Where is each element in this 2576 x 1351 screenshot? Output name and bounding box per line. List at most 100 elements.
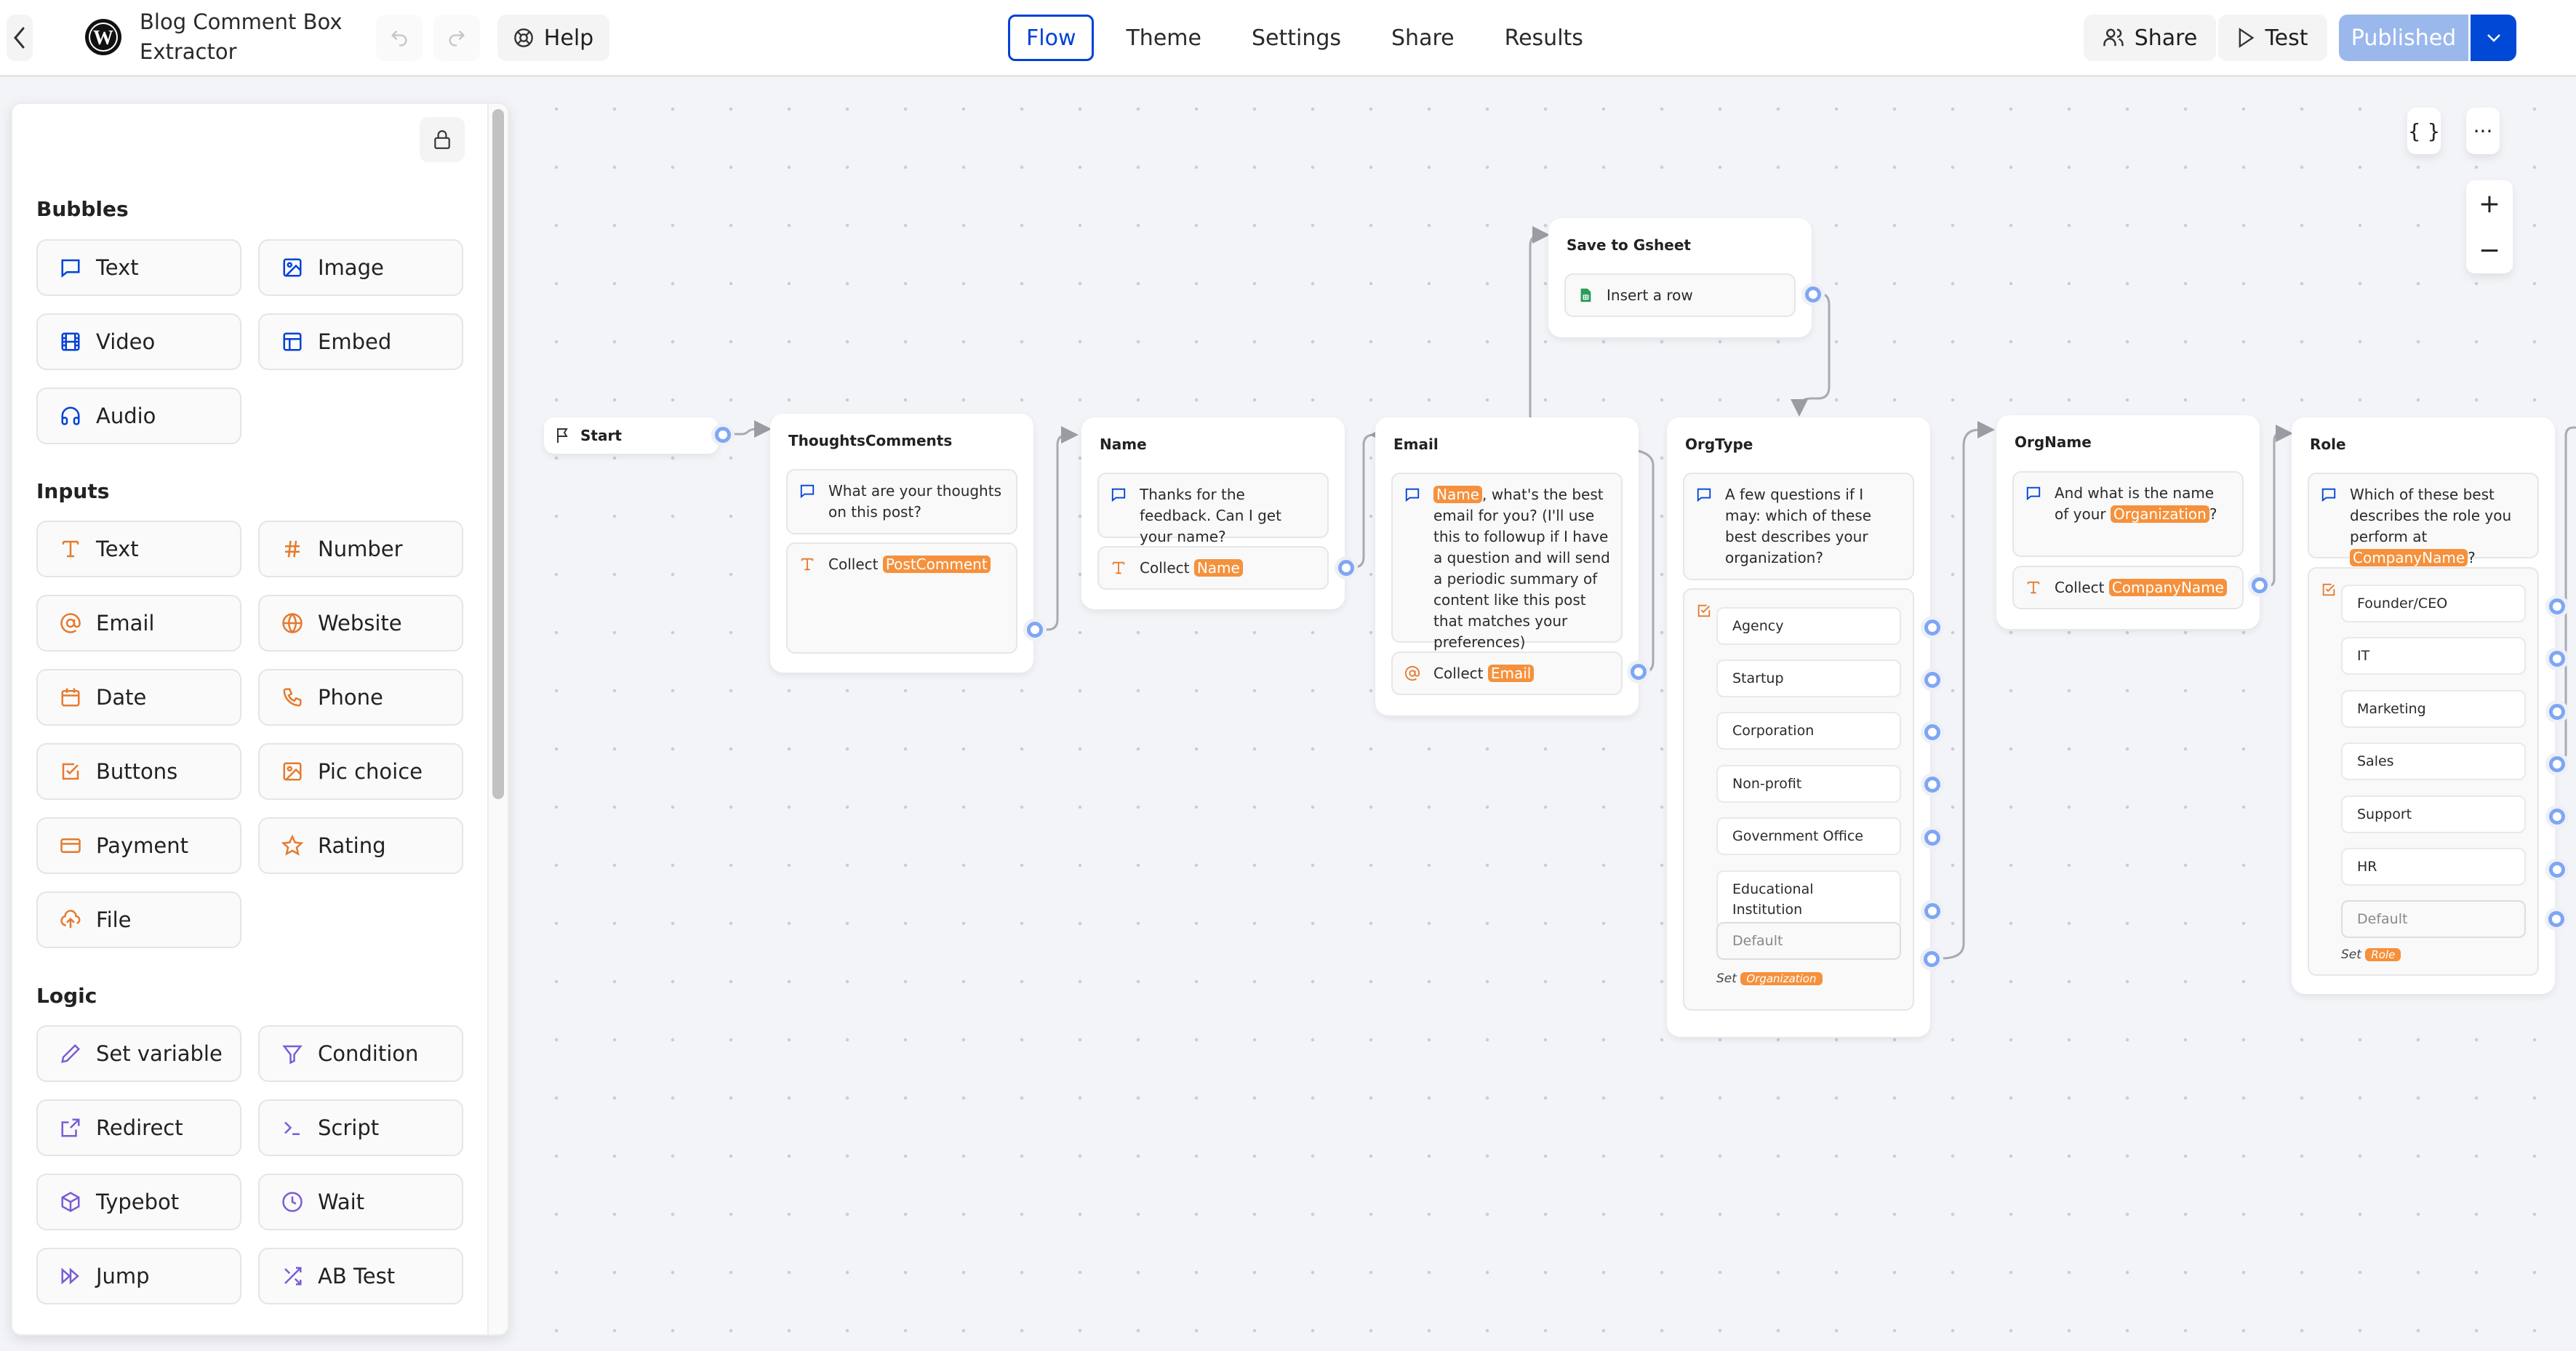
scrollbar-thumb[interactable] [492,109,504,799]
start-node[interactable]: Start [544,417,719,454]
choice-item[interactable]: HR [2341,848,2526,886]
back-button[interactable] [7,15,33,61]
sidebar-item-text-input[interactable]: Text [36,521,241,577]
choice-port[interactable] [2549,598,2565,614]
text-input-block[interactable]: Collect CompanyName [2012,566,2244,609]
choice-item[interactable]: Founder/CEO [2341,585,2526,622]
sidebar-item-file-input[interactable]: File [36,891,241,948]
text-bubble-block[interactable]: Which of these best describes the role y… [2308,473,2539,566]
redo-button[interactable] [433,15,480,61]
text-bubble-block[interactable]: And what is the name of your Organizatio… [2012,471,2244,557]
email-input-block[interactable]: Collect Email [1391,652,1623,695]
sidebar-item-ab-test[interactable]: AB Test [258,1248,463,1304]
choice-port[interactable] [2549,651,2565,667]
tab-results[interactable]: Results [1487,15,1601,61]
sidebar-item-buttons-input[interactable]: Buttons [36,743,241,800]
sidebar-item-number-input[interactable]: Number [258,521,463,577]
publish-button[interactable]: Published [2339,15,2468,61]
test-button[interactable]: Test [2218,15,2327,61]
buttons-input-block[interactable]: Founder/CEO IT Marketing Sales Support H… [2308,567,2539,976]
sidebar-item-video-bubble[interactable]: Video [36,313,241,370]
choice-item[interactable]: IT [2341,637,2526,675]
text-bubble-block[interactable]: What are your thoughts on this post? [786,469,1017,534]
more-options-button[interactable]: ··· [2466,108,2500,154]
text-bubble-block[interactable]: Name, what's the best email for you? (I'… [1391,473,1623,651]
group-node-email[interactable]: Email Name, what's the best email for yo… [1375,417,1639,715]
sidebar-item-website-input[interactable]: Website [258,595,463,652]
lock-sidebar-button[interactable] [420,117,465,162]
group-node-role[interactable]: Role Which of these best describes the r… [2292,417,2555,994]
choice-item[interactable]: Government Office [1716,817,1901,855]
buttons-input-block[interactable]: Agency Startup Corporation Non-profit Go… [1683,588,1914,1011]
typebot-title[interactable]: Blog Comment Box Extractor [140,7,358,67]
sidebar-item-jump[interactable]: Jump [36,1248,241,1304]
name-output-port[interactable] [1338,560,1354,576]
sidebar-item-payment-input[interactable]: Payment [36,817,241,874]
choice-port[interactable] [2549,756,2565,772]
choice-port[interactable] [1924,620,1940,636]
sidebar-item-image-bubble[interactable]: Image [258,239,463,296]
group-node-orgtype[interactable]: OrgType A few questions if I may: which … [1667,417,1930,1037]
undo-button[interactable] [376,15,423,61]
publish-menu-button[interactable] [2471,15,2516,61]
zoom-in-button[interactable]: + [2466,180,2513,227]
choice-port[interactable] [1924,777,1940,793]
choice-port[interactable] [2549,862,2565,878]
group-node-thoughtscomments[interactable]: ThoughtsComments What are your thoughts … [770,414,1033,673]
choice-port[interactable] [1924,830,1940,846]
tab-theme[interactable]: Theme [1108,15,1219,61]
sidebar-item-email-input[interactable]: Email [36,595,241,652]
text-input-block[interactable]: Collect Name [1097,546,1329,590]
choice-item[interactable]: Marketing [2341,690,2526,728]
default-choice-port[interactable] [1924,951,1940,967]
google-sheets-block[interactable]: Insert a row [1564,273,1796,317]
sidebar-item-condition[interactable]: Condition [258,1025,463,1082]
choice-port[interactable] [1924,903,1940,919]
sidebar-scrollbar[interactable] [487,104,508,1334]
choice-item[interactable]: Agency [1716,607,1901,645]
sidebar-item-script[interactable]: Script [258,1099,463,1156]
sidebar-item-pic-choice-input[interactable]: Pic choice [258,743,463,800]
text-bubble-block[interactable]: Thanks for the feedback. Can I get your … [1097,473,1329,545]
sidebar-item-wait[interactable]: Wait [258,1174,463,1230]
choice-item[interactable]: Sales [2341,742,2526,780]
zoom-out-button[interactable]: − [2466,227,2513,273]
help-button[interactable]: Help [497,15,609,61]
sidebar-item-rating-input[interactable]: Rating [258,817,463,874]
group-node-save-to-gsheet[interactable]: Save to Gsheet Insert a row [1548,218,1812,337]
text-input-block[interactable]: Collect PostComment [786,542,1017,654]
sidebar-item-set-variable[interactable]: Set variable [36,1025,241,1082]
sidebar-item-text-bubble[interactable]: Text [36,239,241,296]
email-output-port[interactable] [1631,664,1647,680]
choice-port[interactable] [2549,704,2565,720]
choice-port[interactable] [2549,809,2565,825]
choice-item[interactable]: Startup [1716,660,1901,697]
start-output-port[interactable] [715,427,731,443]
thoughts-output-port[interactable] [1027,622,1043,638]
sidebar-item-typebot[interactable]: Typebot [36,1174,241,1230]
orgname-output-port[interactable] [2252,577,2268,593]
choice-item[interactable]: Non-profit [1716,765,1901,803]
default-choice[interactable]: Default [2341,900,2526,938]
choice-port[interactable] [1924,724,1940,740]
tab-flow[interactable]: Flow [1008,15,1095,61]
tab-settings[interactable]: Settings [1233,15,1359,61]
choice-item[interactable]: Corporation [1716,712,1901,750]
sidebar-item-redirect[interactable]: Redirect [36,1099,241,1156]
sidebar-item-date-input[interactable]: Date [36,669,241,726]
tab-share[interactable]: Share [1373,15,1473,61]
choice-item[interactable]: Support [2341,795,2526,833]
choice-item[interactable]: Educational Institution [1716,870,1901,929]
group-node-orgname[interactable]: OrgName And what is the name of your Org… [1996,415,2260,629]
text-bubble-block[interactable]: A few questions if I may: which of these… [1683,473,1914,580]
gsheet-output-port[interactable] [1805,286,1821,302]
variables-button[interactable]: { } [2407,108,2441,154]
choice-port[interactable] [1924,672,1940,688]
share-button[interactable]: Share [2084,15,2216,61]
default-choice-port[interactable] [2548,911,2564,927]
sidebar-item-embed-bubble[interactable]: Embed [258,313,463,370]
group-node-name[interactable]: Name Thanks for the feedback. Can I get … [1081,417,1345,609]
sidebar-item-audio-bubble[interactable]: Audio [36,388,241,444]
default-choice[interactable]: Default [1716,922,1901,960]
sidebar-item-phone-input[interactable]: Phone [258,669,463,726]
